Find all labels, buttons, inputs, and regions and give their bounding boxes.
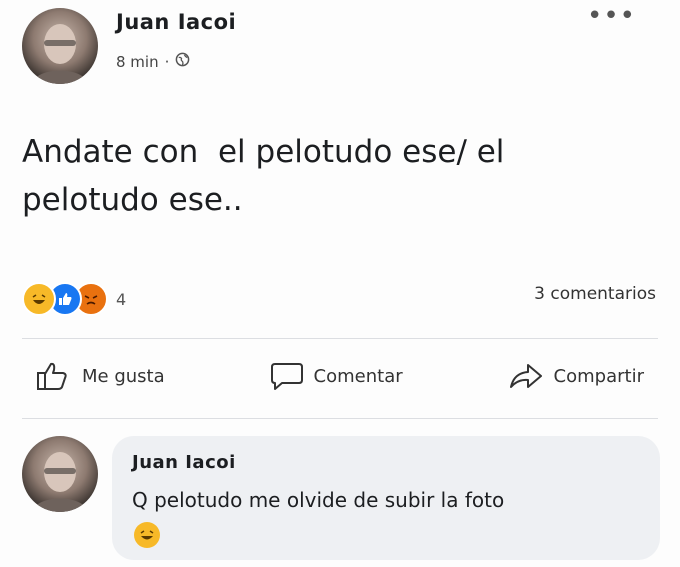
thumbs-up-icon xyxy=(36,361,72,391)
comment-author[interactable]: Juan Iacoi xyxy=(132,452,236,473)
share-label: Compartir xyxy=(553,365,644,387)
commenter-avatar[interactable] xyxy=(22,436,98,512)
like-button[interactable]: Me gusta xyxy=(22,361,179,391)
post-actions-bar: Me gusta Comentar Compartir xyxy=(22,352,658,400)
comment-button[interactable]: Comentar xyxy=(256,361,417,391)
reactions-summary[interactable]: 4 xyxy=(22,282,126,316)
meta-separator: · xyxy=(164,52,170,71)
author-name[interactable]: Juan Iacoi xyxy=(116,10,236,34)
like-label: Me gusta xyxy=(82,365,165,387)
post-text: Andate con el pelotudo ese/ el pelotudo … xyxy=(22,134,505,218)
more-options-button[interactable]: ••• xyxy=(587,3,636,29)
laughing-emoji-icon xyxy=(134,522,160,548)
facebook-post: Juan Iacoi 8 min · ••• Andate con el pel… xyxy=(0,0,680,567)
post-time[interactable]: 8 min xyxy=(116,53,159,71)
haha-reaction-icon xyxy=(22,282,56,316)
share-arrow-icon xyxy=(508,361,544,391)
divider xyxy=(22,338,658,339)
share-button[interactable]: Compartir xyxy=(494,361,658,391)
post-meta: 8 min · xyxy=(116,52,190,71)
comment-bubble-icon xyxy=(270,361,304,391)
comment-count-link[interactable]: 3 comentarios xyxy=(534,284,656,304)
divider xyxy=(22,418,658,419)
reaction-count: 4 xyxy=(116,289,127,309)
comment-bubble: Juan Iacoi Q pelotudo me olvide de subir… xyxy=(112,436,660,560)
author-avatar[interactable] xyxy=(22,8,98,84)
globe-icon xyxy=(175,52,190,71)
comment-text: Q pelotudo me olvide de subir la foto xyxy=(132,488,505,512)
comment-label: Comentar xyxy=(313,365,403,387)
